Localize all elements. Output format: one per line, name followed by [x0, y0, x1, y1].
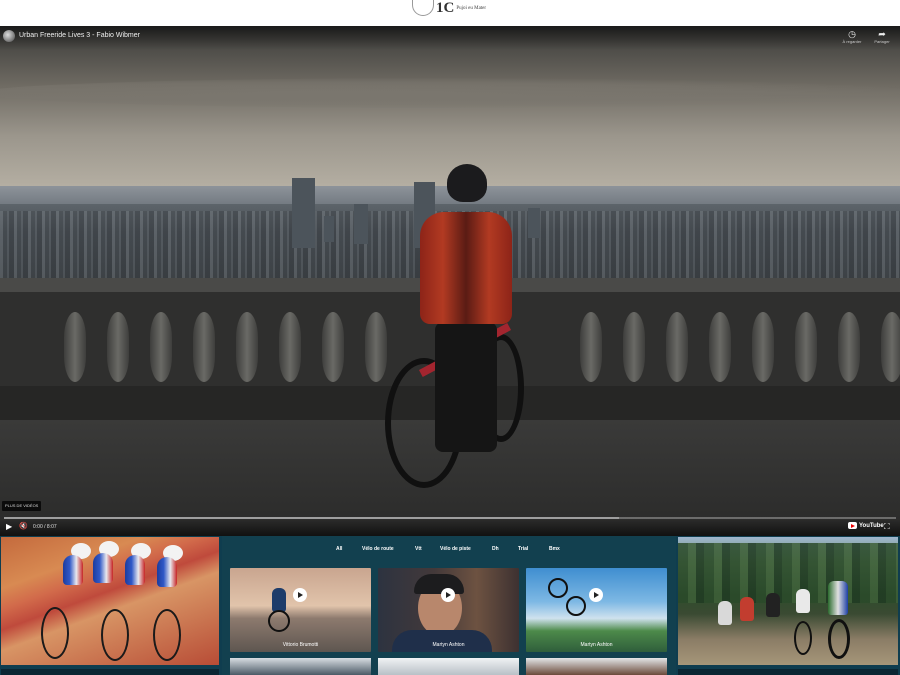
play-icon[interactable] [441, 588, 455, 602]
video-title[interactable]: Urban Freeride Lives 3 - Fabio Wibmer [19, 32, 140, 39]
card-wheel [566, 596, 586, 616]
time-display: 0:00 / 8:07 [33, 524, 57, 530]
video-card-4[interactable] [230, 658, 371, 675]
video-baluster [666, 312, 688, 382]
video-topbar: Urban Freeride Lives 3 - Fabio Wibmer ◷ … [0, 26, 900, 50]
card-title: Martyn Ashton [432, 642, 465, 648]
watch-later-label: À regarder [842, 39, 862, 44]
logo-seal-icon [412, 0, 434, 16]
share-button[interactable]: ➦ Partager [867, 29, 897, 49]
video-rider-legs [435, 322, 497, 452]
share-icon: ➦ [878, 29, 886, 39]
card-cap [414, 574, 464, 594]
video-card-1[interactable]: Vittorio Brumotti [230, 568, 371, 652]
category-bmx[interactable]: Bmx [549, 546, 560, 552]
play-icon[interactable] [589, 588, 603, 602]
thumb-row2 [678, 669, 898, 675]
category-road[interactable]: Vélo de route [362, 546, 394, 552]
video-tower [354, 204, 368, 244]
video-tower [528, 208, 540, 238]
youtube-logo[interactable]: YouTube [848, 522, 884, 529]
video-rider-helmet [447, 164, 487, 202]
cyclist-body [157, 557, 177, 587]
cyclist-wheel [153, 609, 181, 661]
video-baluster [709, 312, 731, 382]
category-track[interactable]: Vélo de piste [440, 546, 471, 552]
mtb-rider [828, 581, 848, 615]
mute-icon[interactable]: 🔇 [19, 522, 28, 532]
gallery-center-panel: All Vélo de route Vtt Vélo de piste Dh T… [222, 536, 676, 675]
mtb-wheel [794, 621, 812, 655]
play-icon[interactable]: ▶ [6, 522, 12, 532]
video-baluster [795, 312, 817, 382]
youtube-brand: YouTube [859, 522, 884, 529]
video-card-6[interactable] [526, 658, 667, 675]
cyclist-body [93, 553, 113, 583]
video-baluster [279, 312, 301, 382]
video-baluster [752, 312, 774, 382]
video-baluster [64, 312, 86, 382]
card-wheel [268, 610, 290, 632]
video-card-3[interactable]: Martyn Ashton [526, 568, 667, 652]
category-dh[interactable]: Dh [492, 546, 499, 552]
category-all[interactable]: All [336, 546, 342, 552]
thumb-row2 [1, 669, 219, 675]
fullscreen-icon[interactable]: ⛶ [884, 522, 890, 532]
category-mtb[interactable]: Vtt [415, 546, 422, 552]
site-header: 1C Pujoi eu Mater [0, 0, 900, 26]
video-cloud [0, 78, 900, 108]
mtb-rider [796, 589, 810, 613]
video-controls: ▶ 🔇 0:00 / 8:07 YouTube ⛶ [0, 519, 900, 536]
site-logo[interactable]: 1C Pujoi eu Mater [412, 0, 492, 16]
youtube-play-icon [848, 522, 857, 529]
video-baluster [193, 312, 215, 382]
video-baluster [623, 312, 645, 382]
card-title: Vittorio Brumotti [282, 642, 319, 648]
video-gallery: All Vélo de route Vtt Vélo de piste Dh T… [0, 536, 900, 675]
watch-later-button[interactable]: ◷ À regarder [837, 29, 867, 49]
video-baluster [838, 312, 860, 382]
video-rider-body [420, 212, 512, 324]
mtb-rider [766, 593, 780, 617]
cyclist-wheel [41, 607, 69, 659]
clock-icon: ◷ [848, 29, 856, 39]
video-card-2[interactable]: Martyn Ashton [378, 568, 519, 652]
video-baluster [107, 312, 129, 382]
video-baluster [580, 312, 602, 382]
logo-mark: 1C [436, 0, 455, 16]
video-baluster [322, 312, 344, 382]
video-tower [292, 178, 315, 248]
card-shirt [392, 630, 492, 652]
share-label: Partager [874, 39, 890, 44]
video-baluster [150, 312, 172, 382]
card-wheel [548, 578, 568, 598]
video-tower [324, 216, 334, 242]
play-icon[interactable] [293, 588, 307, 602]
channel-avatar[interactable] [3, 30, 15, 42]
video-player[interactable]: Urban Freeride Lives 3 - Fabio Wibmer ◷ … [0, 26, 900, 536]
logo-subtitle: Pujoi eu Mater [456, 5, 487, 11]
mtb-rider [740, 597, 754, 621]
forest-trees [678, 543, 898, 603]
cyclist-wheel [101, 609, 129, 661]
more-videos-button[interactable]: PLUS DE VIDÉOS [2, 501, 42, 511]
mtb-wheel [828, 619, 850, 659]
card-title: Martyn Ashton [580, 642, 613, 648]
mtb-rider [718, 601, 732, 625]
cyclist-body [63, 555, 83, 585]
video-baluster [236, 312, 258, 382]
card-rider [272, 588, 286, 612]
cyclist-body [125, 555, 145, 585]
category-trial[interactable]: Trial [518, 546, 528, 552]
video-card-5[interactable] [378, 658, 519, 675]
video-baluster [365, 312, 387, 382]
video-baluster [881, 312, 900, 382]
thumb-mtb-race[interactable] [678, 537, 898, 665]
thumb-track-cycling[interactable] [1, 537, 219, 665]
